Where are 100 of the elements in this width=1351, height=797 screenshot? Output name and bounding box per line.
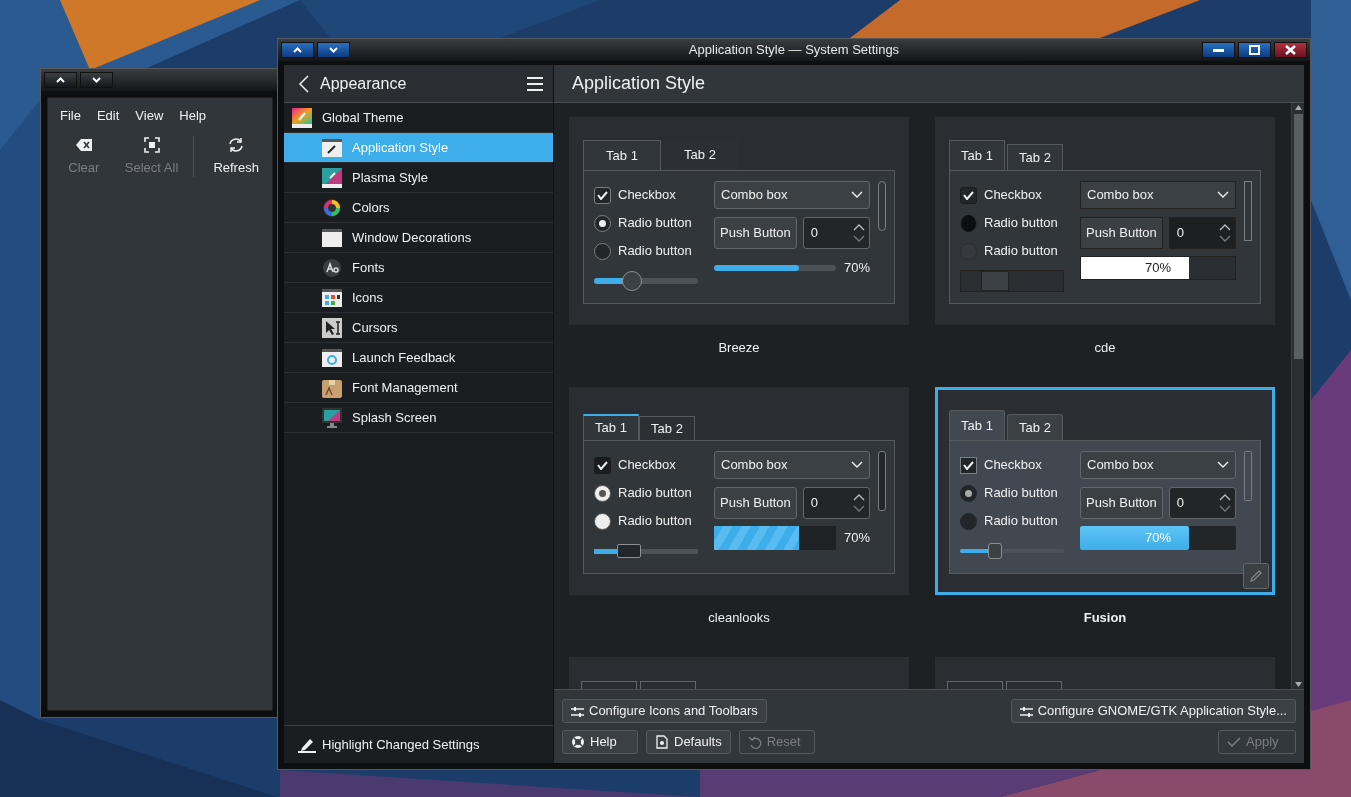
tab[interactable]: Tab 2 (1007, 144, 1063, 170)
minimize-button[interactable] (1202, 42, 1235, 58)
radio-button[interactable] (594, 214, 611, 232)
lifebuoy-icon (571, 735, 585, 749)
menu-button[interactable] (527, 76, 543, 91)
tab[interactable]: Tab 1 (949, 410, 1005, 440)
undo-icon (747, 735, 762, 749)
radio-button[interactable] (960, 484, 977, 502)
menu-item[interactable]: View (127, 104, 172, 128)
sidebar-item[interactable]: Icons (284, 283, 553, 313)
chevron-down-icon (1217, 191, 1229, 199)
highlight-button[interactable]: Highlight Changed Settings (296, 732, 482, 757)
push-button[interactable]: Push Button (1080, 487, 1163, 519)
tab[interactable]: Tab 1 (583, 140, 661, 170)
radio-label: Radio button (984, 242, 1058, 261)
maximize-icon (1249, 45, 1260, 55)
window-brush-icon (322, 137, 342, 158)
radio-label: Radio button (984, 214, 1058, 233)
radio-button[interactable] (594, 484, 611, 502)
style-preview-card[interactable]: Tab 1 Tab 2 Checkbox Radio button Radio button Combo box Push Button 0 70% (569, 387, 909, 595)
configure-button[interactable]: Configure Icons and Toolbars (562, 699, 767, 723)
combo-box[interactable]: Combo box (1080, 451, 1236, 479)
radio-button[interactable] (594, 242, 611, 260)
style-preview-card[interactable]: Tab 1 Tab 2 Checkbox Radio button Radio button Combo box Push Button 0 70% (935, 387, 1275, 595)
checkbox[interactable] (960, 456, 977, 474)
edit-button[interactable] (1243, 563, 1269, 589)
pencil-icon (1249, 569, 1263, 583)
scrollbar-handle[interactable] (1244, 181, 1252, 241)
configure-button[interactable]: Configure GNOME/GTK Application Style... (1010, 699, 1296, 723)
push-button[interactable]: Push Button (714, 487, 797, 519)
combo-box[interactable]: Combo box (714, 181, 870, 209)
footer-button[interactable]: Defaults (646, 730, 731, 754)
menu-item[interactable]: Help (171, 104, 215, 128)
slider[interactable] (960, 540, 1064, 562)
checkmark-icon (597, 190, 608, 200)
radio-button[interactable] (594, 512, 611, 530)
arrow-down-icon[interactable] (1293, 681, 1303, 689)
radio-label: Radio button (618, 242, 692, 261)
radio-button[interactable] (960, 512, 977, 530)
style-preview-card[interactable]: Tab 1 Tab 2 Checkbox Radio button Radio button Combo box Push Button 0 70% (569, 117, 909, 325)
scrollbar-handle[interactable] (878, 451, 886, 511)
color-wheel-icon (322, 197, 342, 218)
arrow-up-icon[interactable] (1293, 103, 1303, 111)
chevron-down-icon (329, 47, 338, 53)
progress-reading: 70% (843, 259, 870, 278)
style-name: Fusion (1083, 609, 1127, 627)
footer-button[interactable]: Help (562, 730, 638, 754)
sidebar-item[interactable]: Cursors (284, 313, 553, 343)
chevron-down-icon (1217, 461, 1229, 469)
push-button[interactable]: Push Button (714, 217, 797, 249)
back-button[interactable] (298, 74, 310, 93)
checkmark-icon (1227, 735, 1241, 749)
radio-label: Radio button (984, 512, 1058, 531)
scrollbar-handle[interactable] (1293, 114, 1303, 359)
checkbox[interactable] (960, 186, 977, 204)
keep-above-button[interactable] (44, 72, 77, 88)
sidebar-item[interactable]: Plasma Style (284, 163, 553, 193)
sidebar-item[interactable]: Font Management (284, 373, 553, 403)
sidebar-item[interactable]: Colors (284, 193, 553, 223)
slider-thumb[interactable] (617, 544, 642, 558)
spin-box[interactable]: 0 (802, 487, 870, 519)
keep-below-button[interactable] (317, 42, 350, 58)
maximize-button[interactable] (1238, 42, 1271, 58)
sidebar-item[interactable]: Window Decorations (284, 223, 553, 253)
tab[interactable]: Tab 2 (639, 416, 695, 440)
tab[interactable]: Tab 1 (949, 140, 1005, 170)
style-name: Breeze (718, 339, 760, 357)
checkmark-icon (963, 190, 974, 200)
style-preview-card[interactable]: Tab 1 Tab 2 Checkbox Radio button Radio button Combo box Push Button 0 70% (935, 117, 1275, 325)
push-button[interactable]: Push Button (1080, 217, 1163, 249)
slider[interactable] (594, 270, 698, 292)
tab[interactable]: Tab 2 (1007, 414, 1063, 440)
combo-box[interactable]: Combo box (1080, 181, 1236, 209)
sidebar-item[interactable]: Fonts (284, 253, 553, 283)
checkbox-label: Checkbox (984, 456, 1042, 475)
tab[interactable]: Tab 1 (583, 414, 639, 440)
combo-box[interactable]: Combo box (714, 451, 870, 479)
menu-item[interactable]: Edit (88, 104, 128, 128)
progress-reading: 70% (843, 529, 870, 548)
scrollbar-handle[interactable] (1244, 451, 1252, 501)
spin-box[interactable]: 0 (802, 217, 870, 249)
radio-button[interactable] (960, 214, 977, 232)
sidebar-item[interactable]: Launch Feedback (284, 343, 553, 373)
chevron-down-icon (92, 77, 101, 83)
close-button[interactable] (1274, 42, 1307, 58)
sliders-icon (571, 704, 584, 718)
sidebar-item[interactable]: Splash Screen (284, 403, 553, 433)
spin-box[interactable]: 0 (1168, 217, 1236, 249)
spin-box[interactable]: 0 (1168, 487, 1236, 519)
slider[interactable] (960, 270, 1064, 292)
slider-thumb[interactable] (981, 271, 1010, 291)
gradient-brush-icon (292, 107, 312, 128)
menu-item[interactable]: File (52, 104, 89, 128)
slider-thumb[interactable] (621, 271, 642, 291)
slider-thumb[interactable] (988, 543, 1003, 559)
keep-below-button[interactable] (80, 72, 113, 88)
checkbox[interactable] (594, 456, 611, 474)
checkbox[interactable] (594, 186, 611, 204)
toolbar-button[interactable]: Refresh (202, 135, 270, 177)
keep-above-button[interactable] (281, 42, 314, 58)
